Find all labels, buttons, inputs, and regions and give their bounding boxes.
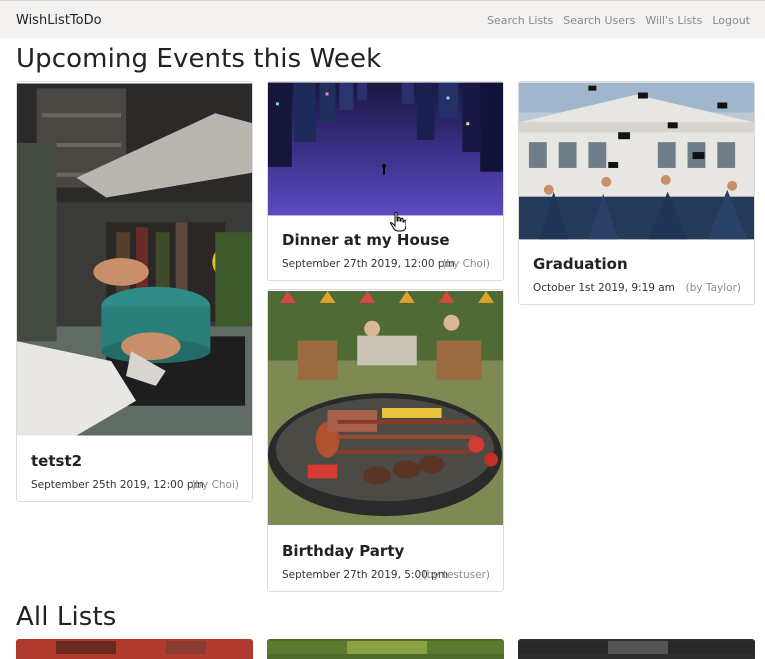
upside-down-city-photo — [268, 82, 503, 216]
list-card-3[interactable] — [518, 639, 755, 659]
graduation-caps-photo — [519, 82, 754, 240]
event-title[interactable]: Birthday Party — [282, 542, 404, 560]
list-card-2[interactable] — [267, 639, 504, 659]
event-date: September 27th 2019, 12:00 pm — [282, 258, 455, 270]
nav-search-lists[interactable]: Search Lists — [487, 14, 553, 27]
all-lists-heading: All Lists — [16, 602, 117, 632]
event-card-birthday[interactable]: Birthday Party September 27th 2019, 5:00… — [267, 289, 504, 592]
event-author: (by testuser) — [422, 569, 490, 581]
list-card-1[interactable] — [16, 639, 253, 659]
event-date: October 1st 2019, 9:19 am — [533, 282, 675, 294]
event-title[interactable]: Dinner at my House — [282, 231, 450, 249]
event-card-dinner[interactable]: Dinner at my House September 27th 2019, … — [267, 81, 504, 281]
event-author: (by Choi) — [442, 258, 490, 270]
event-author: (by Choi) — [191, 479, 239, 491]
list-card-photo — [267, 641, 504, 654]
event-card-tetst2[interactable]: tetst2 September 25th 2019, 12:00 pm (by… — [16, 81, 253, 502]
event-card-graduation[interactable]: Graduation October 1st 2019, 9:19 am (by… — [518, 81, 755, 305]
list-card-photo — [518, 641, 755, 654]
brand-link[interactable]: WishListToDo — [16, 13, 102, 28]
event-title[interactable]: tetst2 — [31, 452, 82, 470]
hand-cursor-icon — [390, 212, 406, 232]
barbecue-grill-photo — [268, 290, 503, 526]
nav-my-lists[interactable]: Will's Lists — [645, 14, 702, 27]
upcoming-events-heading: Upcoming Events this Week — [16, 44, 382, 74]
event-date: September 25th 2019, 12:00 pm — [31, 479, 204, 491]
event-author: (by Taylor) — [685, 282, 741, 294]
kitchen-cooking-photo — [17, 83, 252, 436]
nav-search-users[interactable]: Search Users — [563, 14, 635, 27]
nav-logout[interactable]: Logout — [712, 14, 750, 27]
nav-links: Search Lists Search Users Will's Lists L… — [487, 14, 750, 27]
list-card-photo — [16, 641, 253, 654]
event-title[interactable]: Graduation — [533, 255, 628, 273]
navbar: WishListToDo Search Lists Search Users W… — [0, 0, 765, 38]
